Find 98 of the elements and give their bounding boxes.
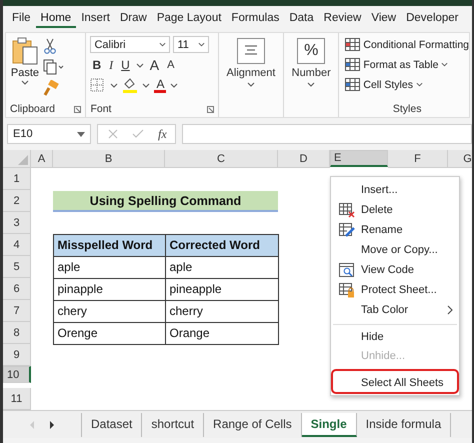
- row-header[interactable]: 6: [3, 278, 31, 300]
- table-delete-icon: [339, 202, 355, 218]
- row-header[interactable]: 2: [3, 190, 31, 212]
- formula-input[interactable]: [182, 124, 472, 144]
- row-header[interactable]: 8: [3, 322, 31, 344]
- window-magnifier-icon: [339, 262, 355, 278]
- ribbon-tab[interactable]: Draw: [114, 10, 152, 28]
- checkmark-icon[interactable]: [132, 129, 144, 139]
- group-label: Clipboard: [10, 103, 55, 115]
- chevron-right-icon: [447, 305, 453, 315]
- table-cell: Orenge: [52, 322, 166, 344]
- scroll-right-icon[interactable]: [49, 420, 55, 428]
- caret-icon: [21, 80, 29, 85]
- ribbon-tab[interactable]: Data: [284, 10, 319, 28]
- caret-icon[interactable]: [170, 82, 178, 88]
- ribbon-tab[interactable]: Insert: [76, 10, 115, 28]
- menu-item[interactable]: Insert...: [333, 180, 457, 200]
- menu-item[interactable]: Hide: [333, 324, 457, 346]
- column-header[interactable]: G: [448, 150, 472, 168]
- table-style-icon: [345, 78, 360, 91]
- menu-item[interactable]: Move or Copy...: [333, 240, 457, 260]
- column-header[interactable]: F: [388, 150, 448, 168]
- group-label: Styles: [392, 103, 422, 115]
- caret-icon: [77, 132, 85, 136]
- sheet-tab[interactable]: Inside formula: [356, 412, 452, 436]
- underline-button[interactable]: U: [119, 57, 132, 73]
- column-header[interactable]: C: [165, 150, 278, 168]
- alignment-button[interactable]: Alignment: [226, 36, 276, 87]
- row-header[interactable]: 5: [3, 256, 31, 278]
- menu-item[interactable]: Protect Sheet...: [333, 280, 457, 300]
- menu-item[interactable]: Rename: [333, 220, 457, 240]
- italic-button[interactable]: I: [107, 57, 116, 73]
- caret-icon: [198, 42, 206, 47]
- number-format-button[interactable]: % Number: [292, 36, 331, 87]
- caret-icon: [307, 82, 316, 87]
- table-style-icon: [345, 38, 360, 51]
- column-header[interactable]: A: [31, 150, 53, 168]
- row-header[interactable]: 1: [3, 168, 31, 190]
- sheet-tab[interactable]: Dataset: [82, 412, 142, 436]
- menu-item[interactable]: Select All Sheets: [333, 371, 457, 392]
- row-header[interactable]: 11: [3, 388, 31, 410]
- font-size-dropdown[interactable]: 11: [173, 36, 210, 53]
- ribbon-tab[interactable]: Formulas: [226, 10, 284, 28]
- row-header[interactable]: 7: [3, 300, 31, 322]
- dialog-launcher-icon[interactable]: [74, 106, 82, 112]
- caret-icon: [159, 42, 166, 47]
- sheet-tab[interactable]: shortcut: [142, 412, 204, 436]
- caret-icon[interactable]: [136, 62, 144, 68]
- table-lock-icon: [339, 282, 355, 298]
- caret-icon: [416, 82, 423, 87]
- caret-icon[interactable]: [110, 82, 118, 88]
- ribbon-tab[interactable]: Developer: [401, 10, 464, 28]
- ribbon-tab[interactable]: Review: [318, 10, 366, 28]
- table-edit-icon: [339, 222, 355, 238]
- font-color-button[interactable]: A: [154, 78, 166, 92]
- styles-button[interactable]: Conditional Formatting: [345, 36, 469, 53]
- ribbon-tab[interactable]: File: [7, 10, 36, 28]
- grow-font-button[interactable]: A: [148, 57, 162, 73]
- table-header-cell: Corrected Word: [164, 234, 278, 256]
- column-header[interactable]: B: [53, 150, 165, 168]
- table-header-cell: Misspelled Word: [52, 234, 166, 256]
- shrink-font-button[interactable]: A: [165, 57, 176, 73]
- ribbon-tab[interactable]: Home: [36, 10, 76, 28]
- clipboard-icon: [10, 36, 40, 66]
- align-center-icon: [237, 38, 265, 64]
- caret-icon: [441, 62, 448, 67]
- triangle-icon: [18, 155, 28, 165]
- styles-button[interactable]: Format as Table: [345, 56, 469, 73]
- menu-item[interactable]: Delete: [333, 200, 457, 220]
- insert-function-button[interactable]: fx: [158, 126, 167, 142]
- name-box[interactable]: E10: [7, 124, 91, 144]
- bold-button[interactable]: B: [90, 57, 104, 73]
- title-cell: Using Spelling Command: [53, 191, 278, 212]
- column-header[interactable]: D: [278, 150, 330, 168]
- copy-icon[interactable]: [43, 59, 65, 75]
- menu-item[interactable]: Tab Color: [333, 300, 457, 320]
- caret-icon[interactable]: [142, 82, 150, 88]
- table-style-icon: [345, 58, 360, 71]
- dialog-launcher-icon[interactable]: [207, 106, 214, 112]
- ribbon-tab[interactable]: Page Layout: [152, 10, 226, 28]
- sheet-tab[interactable]: Single: [302, 412, 357, 436]
- menu-item[interactable]: View Code: [333, 260, 457, 280]
- borders-icon[interactable]: [90, 78, 106, 92]
- paste-button[interactable]: Paste: [10, 36, 40, 101]
- paintbrush-icon[interactable]: [43, 80, 59, 96]
- column-header[interactable]: E: [330, 150, 388, 167]
- scissors-icon[interactable]: [43, 38, 57, 54]
- font-name-dropdown[interactable]: Calibri: [90, 36, 170, 53]
- styles-button[interactable]: Cell Styles: [345, 76, 469, 93]
- group-label: Font: [90, 103, 112, 115]
- row-header[interactable]: 3: [3, 212, 31, 234]
- row-header[interactable]: 9: [3, 344, 31, 366]
- table-cell: Orange: [164, 322, 278, 344]
- ribbon-tab[interactable]: View: [366, 10, 402, 28]
- fill-color-icon[interactable]: [122, 77, 138, 93]
- row-header[interactable]: 10: [3, 366, 31, 383]
- caret-icon: [247, 82, 255, 87]
- row-header[interactable]: 4: [3, 234, 31, 256]
